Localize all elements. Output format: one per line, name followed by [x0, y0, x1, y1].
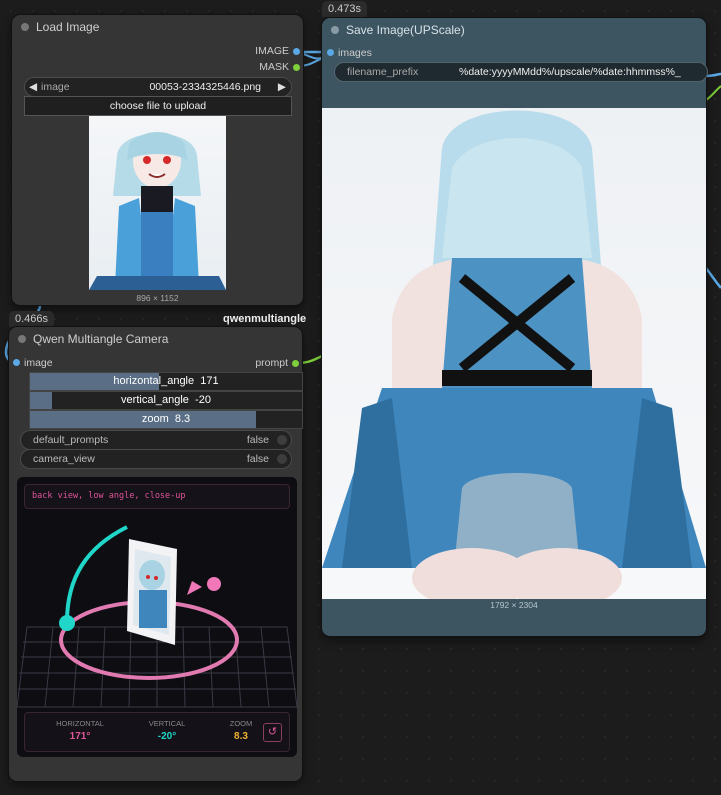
- collapse-dot-icon[interactable]: [18, 335, 26, 343]
- horizontal-readout-label: HORIZONTAL: [56, 719, 104, 728]
- output-mask-socket[interactable]: [293, 64, 300, 71]
- input-images-label: images: [338, 47, 372, 59]
- vertical-angle-slider[interactable]: vertical_angle -20: [29, 391, 303, 410]
- qwen-time-badge: 0.466s: [9, 311, 55, 327]
- toggle-value: false: [246, 453, 269, 465]
- save-image-node[interactable]: Save Image(UPScale) images filename_pref…: [322, 18, 708, 636]
- camera-view-toggle[interactable]: camera_view false: [20, 449, 292, 469]
- slider-label: vertical_angle: [121, 394, 189, 406]
- anime-girl-front-picture: [89, 132, 226, 290]
- slider-value: 171: [200, 375, 219, 387]
- vertical-readout-label: VERTICAL: [148, 719, 186, 728]
- camera-readout-panel: HORIZONTAL 171° VERTICAL -20° ZOOM 8.3 ↺: [24, 712, 290, 752]
- arrow-left-icon[interactable]: ◀: [29, 78, 37, 96]
- horizontal-readout: HORIZONTAL 171°: [45, 719, 115, 742]
- input-image-socket[interactable]: [13, 359, 20, 366]
- slider-label: horizontal_angle: [113, 375, 195, 387]
- load-image-size-label: 896 × 1152: [136, 293, 179, 303]
- collapse-dot-icon[interactable]: [21, 23, 29, 31]
- vertical-readout: VERTICAL -20°: [137, 719, 197, 742]
- slider-value: -20: [195, 394, 211, 406]
- reset-icon: ↺: [267, 726, 278, 738]
- save-image-preview: [322, 108, 706, 599]
- toggle-label: camera_view: [33, 453, 95, 465]
- arrow-right-icon[interactable]: ▶: [278, 78, 286, 96]
- zoom-readout-label: ZOOM: [229, 719, 253, 728]
- qwen-camera-node[interactable]: Qwen Multiangle Camera image prompt hori…: [9, 327, 303, 781]
- image-combo[interactable]: ◀ image 00053-2334325446.png ▶: [24, 77, 292, 97]
- horizontal-angle-slider[interactable]: horizontal_angle 171: [29, 372, 303, 391]
- qwen-title[interactable]: Qwen Multiangle Camera: [9, 327, 302, 351]
- zoom-readout-value: 8.3: [234, 731, 248, 742]
- toggle-knob: [277, 435, 287, 445]
- subject-card: [127, 539, 177, 645]
- vertical-handle[interactable]: [59, 615, 75, 631]
- filename-prefix-label: filename_prefix: [347, 66, 419, 78]
- reset-button[interactable]: ↺: [263, 723, 282, 742]
- output-prompt-label: prompt: [255, 357, 288, 369]
- default-prompts-toggle[interactable]: default_prompts false: [20, 430, 292, 450]
- upload-button[interactable]: choose file to upload: [24, 96, 292, 116]
- image-combo-value: 00053-2334325446.png: [149, 81, 261, 93]
- vertical-readout-value: -20°: [157, 731, 177, 742]
- zoom-readout: ZOOM 8.3: [221, 719, 261, 742]
- input-image-label: image: [24, 357, 53, 369]
- output-image-socket[interactable]: [293, 48, 300, 55]
- slider-value: 8.3: [174, 413, 191, 425]
- load-image-title[interactable]: Load Image: [12, 15, 303, 39]
- save-image-title[interactable]: Save Image(UPScale): [322, 18, 706, 42]
- save-image-time-badge: 0.473s: [322, 1, 368, 17]
- camera-direction-icon: [187, 581, 202, 595]
- zoom-slider[interactable]: zoom 8.3: [29, 410, 303, 429]
- toggle-label: default_prompts: [33, 434, 109, 446]
- filename-prefix-value: %date:yyyyMMdd%/upscale/%date:hhmmss%_: [459, 66, 681, 78]
- load-image-node[interactable]: Load Image IMAGE MASK ◀ image 00053-2334…: [12, 15, 303, 305]
- output-prompt-socket[interactable]: [292, 360, 299, 367]
- input-images-socket[interactable]: [327, 49, 334, 56]
- output-mask-label: MASK: [259, 61, 289, 73]
- output-image-label: IMAGE: [255, 45, 289, 57]
- image-combo-label: image: [41, 81, 70, 93]
- horizontal-handle[interactable]: [207, 577, 221, 591]
- camera-viewport[interactable]: back view, low angle, close-up HORIZONTA…: [17, 477, 297, 757]
- slider-label: zoom: [141, 413, 169, 425]
- collapse-dot-icon[interactable]: [331, 26, 339, 34]
- image-preview: [89, 116, 226, 290]
- qwen-title-text: Qwen Multiangle Camera: [33, 332, 169, 346]
- filename-prefix-field[interactable]: filename_prefix %date:yyyyMMdd%/upscale/…: [334, 62, 708, 82]
- toggle-knob: [277, 454, 287, 464]
- save-image-size-label: 1792 × 2304: [490, 600, 538, 610]
- horizontal-readout-value: 171°: [69, 731, 91, 742]
- load-image-title-text: Load Image: [36, 20, 100, 34]
- qwen-group-label: qwenmultiangle: [223, 313, 307, 325]
- toggle-value: false: [246, 434, 269, 446]
- save-image-title-text: Save Image(UPScale): [346, 23, 465, 37]
- anime-girl-back-picture: [322, 110, 706, 599]
